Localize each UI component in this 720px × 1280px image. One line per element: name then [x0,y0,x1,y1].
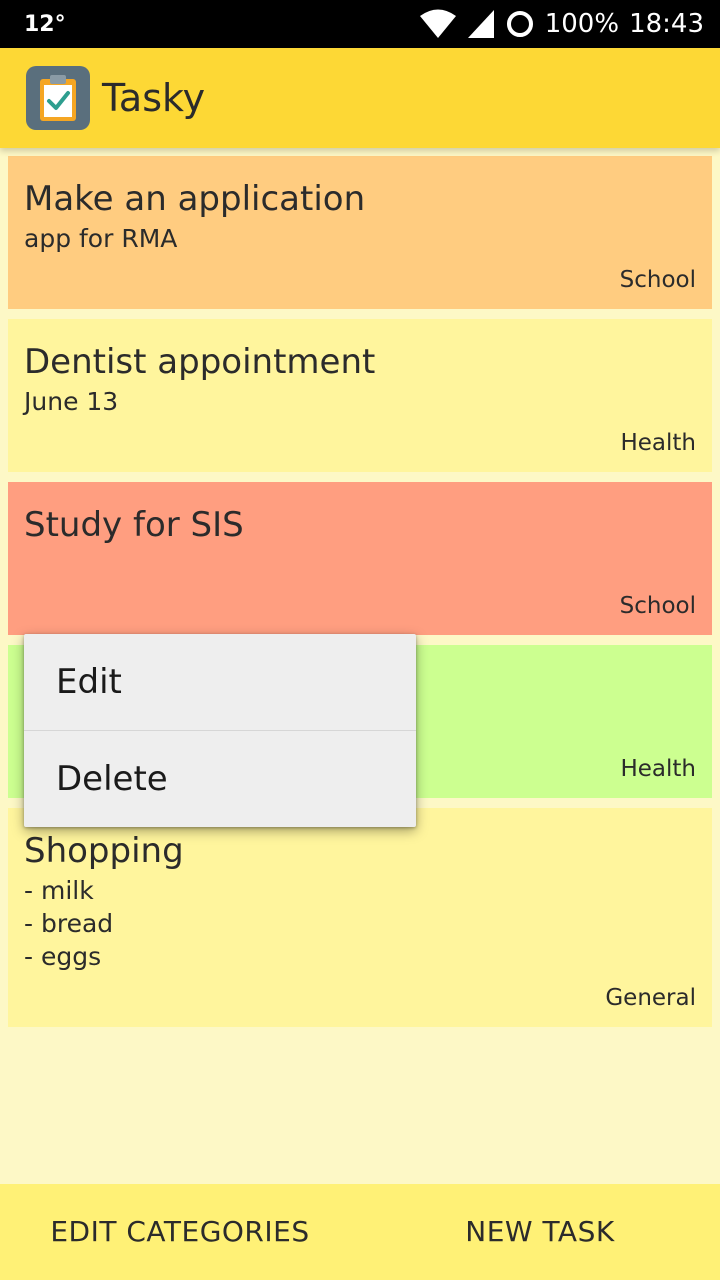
sync-icon [505,9,535,39]
task-title: Dentist appointment [24,342,376,382]
delete-menu-item[interactable]: Delete [24,731,416,827]
context-menu: Edit Delete [24,634,416,827]
task-category: Health [620,756,696,782]
status-icons: 100% 18:43 [419,9,704,39]
task-category: School [619,593,696,619]
task-description: - milk - bread - eggs [24,876,114,971]
bottom-bar: EDIT CATEGORIES NEW TASK [0,1184,720,1280]
edit-menu-item[interactable]: Edit [24,634,416,730]
clipboard-check-icon [26,66,90,130]
signal-icon [467,9,495,39]
task-title: Study for SIS [24,505,244,545]
task-description: app for RMA [24,224,178,253]
temperature-indicator: 12° [24,11,66,37]
task-title: Shopping [24,831,184,871]
app-title: Tasky [102,76,206,120]
task-card[interactable]: Make an application app for RMA School [8,156,712,309]
task-category: Health [620,430,696,456]
wifi-icon [419,9,457,39]
status-bar: 12° 100% 18:43 [0,0,720,48]
edit-categories-button[interactable]: EDIT CATEGORIES [0,1184,360,1280]
task-card[interactable]: Study for SIS School [8,482,712,635]
clock: 18:43 [629,9,704,39]
task-card[interactable]: Dentist appointment June 13 Health [8,319,712,472]
battery-level: 100% [544,9,620,39]
task-title: Make an application [24,179,366,219]
task-category: General [605,985,696,1011]
task-list: Make an application app for RMA School D… [8,156,712,1037]
task-category: School [619,267,696,293]
task-card[interactable]: Shopping - milk - bread - eggs General [8,808,712,1027]
task-description: June 13 [24,387,119,416]
app-bar: Tasky [0,48,720,148]
new-task-button[interactable]: NEW TASK [360,1184,720,1280]
